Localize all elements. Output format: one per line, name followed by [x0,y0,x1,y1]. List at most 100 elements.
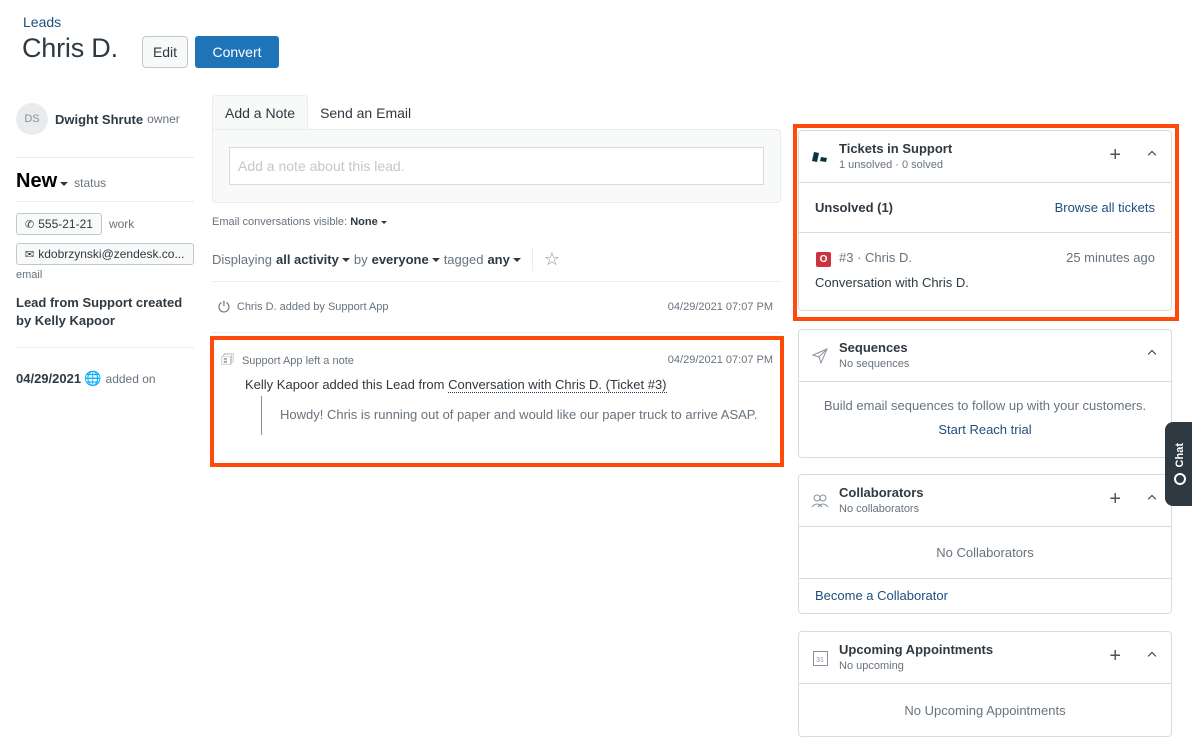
activity-type-value: all activity [275,251,339,267]
phone-value: 555-21-21 [38,217,93,231]
lead-source: Lead from Support created by Kelly Kapoo… [16,295,183,328]
owner-name[interactable]: Dwight Shrute [55,112,143,127]
globe-icon: 🌐 [84,370,102,386]
divider [16,347,194,348]
caret-down-icon [60,181,69,186]
caret-down-icon [341,258,350,263]
ticket-list-item[interactable]: O #3 · Chris D. 25 minutes ago Conversat… [799,233,1171,309]
sequences-card: Sequences No sequences Build email seque… [798,329,1172,458]
email-value: kdobrzynski@zendesk.co... [38,247,185,261]
activity-time: 04/29/2021 07:07 PM [667,301,773,313]
start-reach-trial-link[interactable]: Start Reach trial [799,422,1171,437]
tickets-subtitle: 1 unsolved · 0 solved [839,159,943,171]
tab-send-email[interactable]: Send an Email [308,95,423,130]
ticket-id: #3 · Chris D. [839,250,912,265]
collaborators-empty: No Collaborators [799,527,1171,579]
added-label: added on [105,371,156,386]
note-time: 04/29/2021 07:07 PM [667,354,773,366]
collapse-chevron-icon[interactable] [1147,650,1157,660]
email-visibility-label: Email conversations visible: [212,216,348,228]
convert-button[interactable]: Convert [195,36,279,68]
owner-row: DS Dwight Shrute owner [16,103,194,135]
activity-tag-dropdown[interactable]: any [483,251,521,267]
phone-row: ✆ 555-21-21 work [16,213,194,235]
activity-item: ⏻ Chris D. added by Support App 04/29/20… [212,281,781,333]
appointments-subtitle: No upcoming [839,660,904,672]
unsolved-label: Unsolved (1) [815,200,894,215]
sequences-header: Sequences No sequences [799,330,1171,382]
collaborators-subtitle: No collaborators [839,503,920,515]
mail-icon: ✉ [25,248,35,261]
avatar: DS [16,103,48,135]
activity-text: Chris D. added by Support App [236,301,389,313]
note-body: Kelly Kapoor added this Lead from Conver… [245,377,667,393]
activity-filter: Displaying all activity by everyone tagg… [212,247,560,271]
activity-tag-value: any [487,251,510,267]
divider [16,201,194,202]
calendar-icon-wrap: 31 [811,649,829,667]
sequences-body: Build email sequences to follow up with … [799,382,1171,437]
added-date: 04/29/2021 [16,371,82,386]
tickets-header: Tickets in Support 1 unsolved · 0 solved… [799,131,1171,183]
note-input[interactable] [229,147,764,185]
chat-label: Chat [1174,442,1186,468]
collapse-chevron-icon[interactable] [1147,149,1157,159]
phone-button[interactable]: ✆ 555-21-21 [16,213,102,235]
email-visibility-value: None [350,216,378,228]
note-quote: Howdy! Chris is running out of paper and… [261,396,771,435]
email-visibility-dropdown[interactable]: None [350,216,387,228]
note-body-prefix: Kelly Kapoor added this Lead from [245,377,445,392]
lead-details-sidebar: DS Dwight Shrute owner New status ✆ 555-… [16,103,194,387]
breadcrumb-leads[interactable]: Leads [23,14,61,30]
collaborators-title: Collaborators [839,485,924,500]
email-label: email [16,269,43,281]
collaborators-header: Collaborators No collaborators + [799,475,1171,527]
sequences-description: Build email sequences to follow up with … [823,398,1147,413]
collapse-chevron-icon[interactable] [1147,493,1157,503]
status-dropdown[interactable]: New [16,170,69,193]
composer-tabs: Add a Note Send an Email [212,95,423,130]
chat-launcher[interactable]: Chat [1165,422,1192,506]
page-title: Chris D. [22,33,118,63]
tab-add-note[interactable]: Add a Note [212,95,309,130]
sequences-subtitle: No sequences [839,358,910,370]
ticket-status-badge: O [816,252,831,267]
add-appointment-button[interactable]: + [1109,646,1121,666]
filter-by-word: by [353,251,368,267]
appointments-title: Upcoming Appointments [839,642,994,657]
add-collaborator-button[interactable]: + [1109,489,1121,509]
email-button[interactable]: ✉ kdobrzynski@zendesk.co... [16,243,194,265]
add-ticket-button[interactable]: + [1109,145,1121,165]
browse-all-tickets-link[interactable]: Browse all tickets [1055,200,1155,215]
calendar-icon: 31 [812,650,828,666]
ticket-subject: Conversation with Chris D. [815,275,969,290]
appointments-empty: No Upcoming Appointments [904,702,1066,718]
tickets-title: Tickets in Support [839,141,953,156]
ticket-time-ago: 25 minutes ago [1066,250,1155,265]
become-collaborator-link[interactable]: Become a Collaborator [799,579,1171,603]
power-icon: ⏻ [218,298,230,316]
divider [531,247,533,271]
caret-down-icon [431,258,440,263]
divider [16,157,194,158]
ticket-link[interactable]: Conversation with Chris D. (Ticket #3) [448,377,667,393]
note-author-text: Support App left a note [241,355,354,367]
appointments-header: 31 Upcoming Appointments No upcoming + [799,632,1171,684]
chat-bubble-icon [1174,473,1186,486]
paper-plane-icon [811,347,829,365]
status-row: New status [16,166,194,198]
filter-tagged-word: tagged [443,251,484,267]
people-icon [811,492,829,510]
email-visibility: Email conversations visible: None [212,216,387,228]
activity-type-dropdown[interactable]: all activity [272,252,350,267]
activity-user-dropdown[interactable]: everyone [368,252,440,267]
note-header: 🗊 Support App left a note [221,349,354,373]
note-activity-item: 🗊 Support App left a note 04/29/2021 07:… [210,336,784,467]
caret-down-icon [512,258,521,263]
activity-user-value: everyone [371,251,429,267]
appointments-card: 31 Upcoming Appointments No upcoming + N… [798,631,1172,737]
status-label: status [74,176,107,190]
edit-button[interactable]: Edit [142,36,188,68]
collapse-chevron-icon[interactable] [1147,348,1157,358]
star-icon[interactable]: ☆ [544,249,560,270]
